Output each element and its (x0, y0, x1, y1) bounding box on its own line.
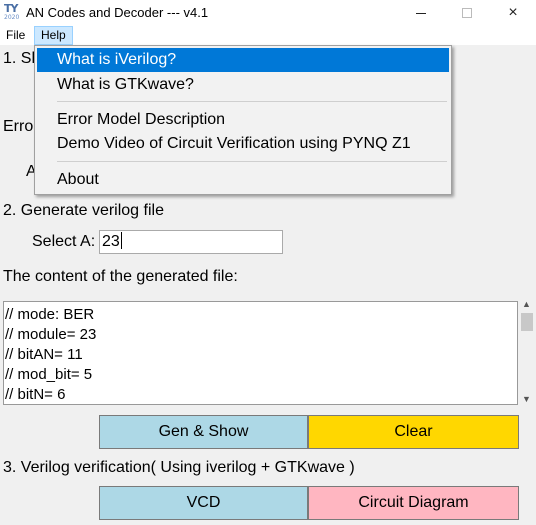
menu-separator (57, 161, 447, 162)
menu-bar: File Help (0, 26, 536, 45)
menu-file[interactable]: File (0, 26, 31, 45)
minimize-icon (416, 12, 426, 14)
window-title: AN Codes and Decoder --- v4.1 (26, 5, 209, 20)
menu-item-demo-video[interactable]: Demo Video of Circuit Verification using… (37, 132, 449, 156)
generated-file-textbox[interactable]: // mode: BER // module= 23 // bitAN= 11 … (3, 301, 518, 405)
menu-separator (57, 101, 447, 102)
section2-title: 2. Generate verilog file (3, 202, 164, 219)
minimize-button[interactable] (398, 0, 444, 26)
clear-button[interactable]: Clear (308, 415, 519, 449)
text-caret (120, 232, 122, 249)
menu-item-what-is-gtkwave[interactable]: What is GTKwave? (37, 73, 449, 97)
error-label: Erro (3, 118, 34, 135)
scroll-up-icon[interactable]: ▲ (522, 299, 531, 309)
maximize-button[interactable] (444, 0, 490, 26)
scroll-down-icon[interactable]: ▼ (522, 394, 531, 404)
app-logo-year: 2020 (4, 14, 20, 21)
title-bar: TY 2020 AN Codes and Decoder --- v4.1 × (0, 0, 536, 26)
menu-item-error-model[interactable]: Error Model Description (37, 108, 449, 132)
file-line: // bitN= 6 (5, 386, 66, 403)
app-logo-icon: TY 2020 (3, 2, 21, 24)
select-a-value: 23 (102, 233, 120, 250)
gen-show-button[interactable]: Gen & Show (99, 415, 308, 449)
close-button[interactable]: × (490, 0, 536, 26)
select-a-label: Select A: (32, 233, 96, 250)
textbox-scrollbar[interactable]: ▲ ▼ (518, 297, 536, 407)
scrollbar-thumb[interactable] (521, 313, 533, 331)
help-dropdown-menu: What is iVerilog? What is GTKwave? Error… (34, 45, 452, 195)
vcd-button[interactable]: VCD (99, 486, 308, 520)
file-line: // mod_bit= 5 (5, 366, 93, 383)
content-label: The content of the generated file: (3, 268, 238, 285)
circuit-diagram-button[interactable]: Circuit Diagram (308, 486, 519, 520)
section3-title: 3. Verilog verification( Using iverilog … (3, 459, 355, 476)
app-logo-text: TY (4, 2, 19, 15)
menu-item-what-is-iverilog[interactable]: What is iVerilog? (37, 48, 449, 72)
maximize-icon (462, 8, 472, 18)
file-line: // module= 23 (5, 326, 97, 343)
file-line: // bitAN= 11 (5, 346, 83, 363)
close-icon: × (508, 4, 518, 21)
select-a-input[interactable]: 23 (99, 230, 283, 254)
menu-item-about[interactable]: About (37, 168, 449, 192)
menu-help[interactable]: Help (34, 26, 73, 45)
file-line: // mode: BER (5, 306, 95, 323)
